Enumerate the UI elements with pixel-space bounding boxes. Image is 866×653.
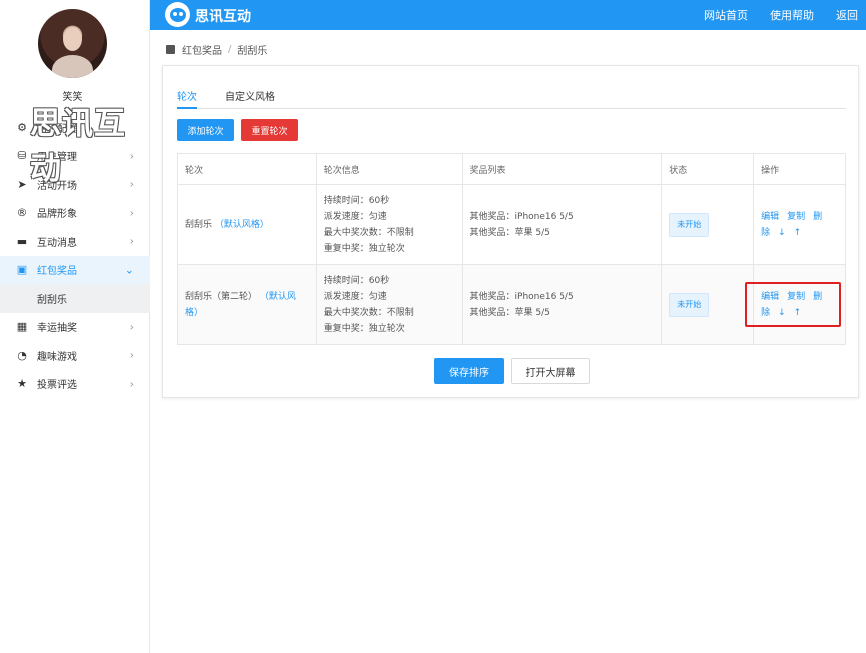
add-round-button[interactable]: 添加轮次 [177, 119, 234, 141]
sidebar-item-brand[interactable]: ® 品牌形象 › [0, 199, 150, 228]
nav-back-link[interactable]: 返回 [836, 7, 858, 23]
breadcrumb-current: 刮刮乐 [237, 46, 268, 57]
edit-link[interactable]: 编辑 [761, 212, 779, 222]
column-header: 状态 [661, 153, 755, 185]
table-row: 刮刮乐 （默认风格） 持续时间：60秒 派发速度：匀速 最大中奖次数：不限制 重… [177, 184, 846, 265]
reset-rounds-button[interactable]: 重置轮次 [241, 119, 298, 141]
move-up-icon[interactable]: ↑ [794, 228, 802, 238]
sidebar-item-label: 投票评选 [37, 380, 77, 392]
prize-line: 其他奖品：苹果 5/5 [469, 227, 550, 238]
round-info-line: 派发速度：匀速 [323, 291, 387, 302]
sidebar-item-red-packet[interactable]: ▣ 红包奖品 ⌄ [0, 255, 150, 284]
sidebar-item-label: 红包奖品 [37, 266, 77, 278]
chevron-right-icon: › [129, 234, 134, 248]
content-card: 轮次 自定义风格 添加轮次 重置轮次 轮次 轮次信息 奖品列表 状态 操作 刮刮… [162, 65, 859, 398]
status-cell: 未开始 [661, 184, 755, 265]
sidebar-item-label: 趣味游戏 [37, 351, 77, 363]
chevron-right-icon: › [129, 320, 134, 334]
table-header-row: 轮次 轮次信息 奖品列表 状态 操作 [177, 153, 846, 185]
status-badge: 未开始 [669, 212, 710, 237]
move-down-icon[interactable]: ↓ [778, 228, 786, 238]
status-cell: 未开始 [661, 264, 755, 345]
chevron-right-icon: › [129, 206, 134, 220]
round-name-cell: 刮刮乐（第二轮） （默认风格） [177, 264, 317, 345]
sidebar-item-label: 品牌形象 [37, 209, 77, 221]
prize-list-cell: 其他奖品：iPhone16 5/5 其他奖品：苹果 5/5 [461, 264, 663, 345]
sidebar: 笑笑 思讯互动 ⚙ 活动配置 ⛁ 用户管理 › ➤ 活动开场 › ® 品牌形象 … [0, 0, 150, 653]
round-info-cell: 持续时间：60秒 派发速度：匀速 最大中奖次数：不限制 重复中奖：独立轮次 [315, 264, 463, 345]
breadcrumb: 红包奖品 / 刮刮乐 [166, 42, 267, 57]
column-header: 轮次信息 [315, 153, 463, 185]
header-nav: 网站首页 使用帮助 返回 [704, 7, 858, 23]
avatar[interactable] [38, 9, 107, 78]
round-info-line: 最大中奖次数：不限制 [323, 227, 414, 238]
nav-help-link[interactable]: 使用帮助 [770, 7, 814, 23]
prize-line: 其他奖品：iPhone16 5/5 [469, 211, 574, 222]
save-order-button[interactable]: 保存排序 [434, 358, 504, 384]
paper-plane-icon: ➤ [17, 177, 27, 191]
tab-rounds[interactable]: 轮次 [177, 88, 197, 109]
prize-list-cell: 其他奖品：iPhone16 5/5 其他奖品：苹果 5/5 [461, 184, 663, 265]
sidebar-item-messages[interactable]: ▬ 互动消息 › [0, 227, 150, 256]
avatar-face [63, 27, 82, 51]
round-info-line: 持续时间：60秒 [323, 275, 390, 286]
tab-bar: 轮次 自定义风格 [177, 88, 846, 109]
brand-title: 思讯互动 [195, 9, 251, 25]
logo-icon [165, 2, 190, 27]
sidebar-item-label: 幸运抽奖 [37, 323, 77, 335]
prize-line: 其他奖品：苹果 5/5 [469, 307, 550, 318]
registered-icon: ® [16, 206, 28, 220]
round-style-link[interactable]: （默认风格） [215, 220, 269, 230]
round-info-line: 最大中奖次数：不限制 [323, 307, 414, 318]
round-info-line: 重复中奖：独立轮次 [323, 323, 405, 334]
prize-line: 其他奖品：iPhone16 5/5 [469, 291, 574, 302]
column-header: 奖品列表 [461, 153, 663, 185]
column-header: 操作 [753, 153, 846, 185]
highlight-box [745, 282, 841, 327]
round-info-line: 持续时间：60秒 [323, 195, 390, 206]
nav-home-link[interactable]: 网站首页 [704, 7, 748, 23]
breadcrumb-separator: / [228, 44, 232, 55]
sidebar-item-label: 互动消息 [37, 237, 77, 249]
breadcrumb-parent[interactable]: 红包奖品 [182, 42, 222, 57]
chevron-right-icon: › [129, 348, 134, 362]
round-info-line: 派发速度：匀速 [323, 211, 387, 222]
copy-link[interactable]: 复制 [787, 212, 805, 222]
operations-cell: 编辑 复制 删除 ↓ ↑ [753, 184, 846, 265]
operations: 编辑 复制 删除 ↓ ↑ [761, 209, 838, 241]
gift-box-icon [166, 45, 175, 54]
sidebar-subitem-scratch-card[interactable]: 刮刮乐 [0, 284, 150, 313]
sidebar-item-voting[interactable]: ★ 投票评选 › [0, 370, 150, 399]
top-header: 思讯互动 网站首页 使用帮助 返回 [150, 0, 866, 30]
chevron-down-icon: ⌄ [124, 263, 134, 277]
avatar-body [52, 55, 93, 78]
open-big-screen-button[interactable]: 打开大屏幕 [511, 358, 590, 384]
round-name: 刮刮乐 [185, 219, 213, 230]
column-header: 轮次 [177, 153, 317, 185]
user-bag-icon: ⛁ [17, 149, 27, 163]
sidebar-item-lottery[interactable]: ▦ 幸运抽奖 › [0, 313, 150, 342]
chat-icon: ▬ [16, 234, 28, 248]
round-name: 刮刮乐（第二轮） [185, 291, 258, 302]
status-badge: 未开始 [669, 292, 710, 317]
star-icon: ★ [17, 377, 27, 391]
tab-custom-style[interactable]: 自定义风格 [225, 88, 275, 109]
gift-box-icon: ▣ [16, 263, 28, 277]
round-info-line: 重复中奖：独立轮次 [323, 243, 405, 254]
pacman-icon: ◔ [17, 348, 27, 362]
sidebar-item-games[interactable]: ◔ 趣味游戏 › [0, 341, 150, 370]
chevron-right-icon: › [129, 377, 134, 391]
grid-icon: ▦ [16, 320, 28, 334]
gears-icon: ⚙ [17, 120, 27, 134]
round-name-cell: 刮刮乐 （默认风格） [177, 184, 317, 265]
watermark: 思讯互动 [30, 106, 126, 187]
round-info-cell: 持续时间：60秒 派发速度：匀速 最大中奖次数：不限制 重复中奖：独立轮次 [315, 184, 463, 265]
